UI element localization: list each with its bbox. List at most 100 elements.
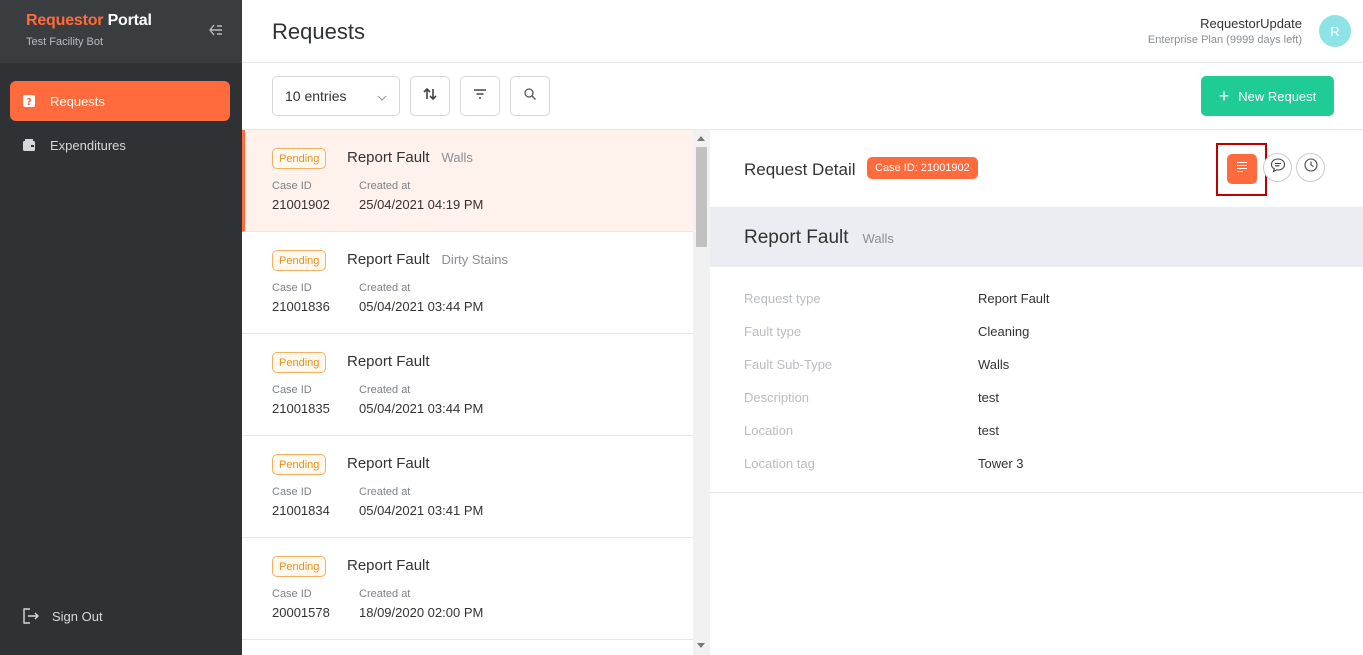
case-id-label: Case ID	[272, 384, 312, 396]
comments-tab-button[interactable]	[1263, 153, 1292, 182]
scroll-up-icon[interactable]	[697, 136, 705, 141]
search-button[interactable]	[510, 76, 550, 116]
sidebar-item-expenditures[interactable]: Expenditures	[10, 125, 230, 165]
created-value: 25/04/2021 04:19 PM	[359, 197, 484, 212]
sidebar: Requestor Portal Test Facility Bot ? Req…	[0, 0, 242, 655]
sidebar-item-requests[interactable]: ? Requests	[10, 81, 230, 121]
request-detail-panel: Request Detail Case ID: 21001902 Report …	[710, 130, 1363, 655]
section-subtitle: Walls	[862, 231, 894, 246]
request-title-text: Report Fault	[347, 251, 430, 268]
sign-out-button[interactable]: Sign Out	[22, 607, 103, 625]
request-title-text: Report Fault	[347, 353, 430, 370]
sign-out-label: Sign Out	[52, 608, 103, 624]
case-id-chip: Case ID: 21001902	[867, 157, 978, 179]
toolbar: 10 entries + New Request	[242, 63, 1363, 130]
brand-title-part2: Portal	[103, 12, 152, 29]
status-badge: Pending	[272, 148, 327, 169]
request-title: Report Fault Walls	[347, 149, 473, 166]
status-badge: Pending	[272, 250, 327, 271]
request-subtitle: Walls	[441, 150, 473, 165]
request-title: Report Fault	[347, 557, 430, 574]
brand-title-part1: Requestor	[26, 12, 104, 29]
scroll-down-icon[interactable]	[697, 643, 705, 648]
status-badge: Pending	[272, 352, 327, 373]
request-subtitle: Dirty Stains	[441, 252, 509, 267]
status-badge: Pending	[272, 556, 327, 577]
chat-icon	[1270, 157, 1286, 178]
field-value: test	[978, 390, 999, 405]
field-value: Walls	[978, 357, 1010, 372]
header: Requests RequestorUpdate Enterprise Plan…	[242, 0, 1363, 63]
request-title-text: Report Fault	[347, 149, 430, 166]
status-badge: Pending	[272, 454, 327, 475]
field-label: Request type	[744, 291, 821, 306]
highlight-box	[1216, 143, 1267, 196]
created-label: Created at	[359, 384, 411, 396]
field-label: Location tag	[744, 456, 815, 471]
user-plan: Enterprise Plan (9999 days left)	[1147, 34, 1302, 46]
created-label: Created at	[359, 180, 411, 192]
case-id-value: 21001834	[272, 503, 330, 518]
clock-icon	[1303, 157, 1319, 178]
new-request-button[interactable]: + New Request	[1201, 76, 1334, 116]
divider	[710, 492, 1363, 493]
created-value: 05/04/2021 03:44 PM	[359, 401, 484, 416]
case-id-value: 21001902	[272, 197, 330, 212]
list-item[interactable]: Pending Report Fault Case ID Created at …	[242, 436, 693, 538]
list-item[interactable]: Pending Report Fault Walls Case ID Create…	[242, 130, 693, 232]
field-value: Report Fault	[978, 291, 1050, 306]
case-id-label: Case ID	[272, 180, 312, 192]
sign-out-icon	[22, 607, 40, 625]
case-id-label: Case ID	[272, 486, 312, 498]
detail-title: Request Detail	[744, 160, 856, 179]
list-scrollbar[interactable]	[693, 130, 710, 655]
user-name[interactable]: RequestorUpdate	[1200, 16, 1302, 31]
section-title-text: Report Fault	[744, 227, 849, 248]
list-item[interactable]: Pending Report Fault Dirty Stains Case ID…	[242, 232, 693, 334]
svg-text:?: ?	[26, 97, 32, 108]
request-title: Report Fault	[347, 455, 430, 472]
request-title: Report Fault Dirty Stains	[347, 251, 508, 268]
collapse-sidebar-icon[interactable]	[208, 22, 224, 38]
field-value: Tower 3	[978, 456, 1024, 471]
search-icon	[523, 87, 537, 106]
case-id-value: 21001835	[272, 401, 330, 416]
scrollbar-thumb[interactable]	[696, 147, 707, 247]
created-label: Created at	[359, 486, 411, 498]
entries-select-value: 10 entries	[285, 88, 347, 104]
field-label: Description	[744, 390, 810, 405]
page-title: Requests	[272, 19, 365, 44]
history-tab-button[interactable]	[1296, 153, 1325, 182]
sort-icon	[422, 86, 438, 107]
request-list: Pending Report Fault Walls Case ID Create…	[242, 130, 693, 655]
sidebar-item-label: Expenditures	[50, 137, 126, 153]
created-label: Created at	[359, 588, 411, 600]
list-item[interactable]: Pending Report Fault Case ID Created at …	[242, 334, 693, 436]
plus-icon: +	[1218, 86, 1230, 106]
case-id-label: Case ID	[272, 282, 312, 294]
question-icon: ?	[22, 94, 36, 108]
request-title-text: Report Fault	[347, 557, 430, 574]
field-label: Location	[744, 423, 794, 438]
filter-button[interactable]	[460, 76, 500, 116]
list-item[interactable]: Pending Report Fault Case ID Created at …	[242, 538, 693, 640]
field-value: Cleaning	[978, 324, 1030, 339]
avatar[interactable]: R	[1319, 15, 1351, 47]
sort-button[interactable]	[410, 76, 450, 116]
field-label: Fault type	[744, 324, 802, 339]
new-request-label: New Request	[1238, 88, 1317, 104]
chevron-down-icon	[377, 90, 387, 101]
filter-icon	[472, 86, 488, 107]
field-value: test	[978, 423, 999, 438]
request-title: Report Fault	[347, 353, 430, 370]
detail-section-header: Report Fault Walls	[710, 207, 1363, 267]
case-id-label: Case ID	[272, 588, 312, 600]
created-value: 05/04/2021 03:44 PM	[359, 299, 484, 314]
request-title-text: Report Fault	[347, 455, 430, 472]
entries-select[interactable]: 10 entries	[272, 76, 400, 116]
created-label: Created at	[359, 282, 411, 294]
created-value: 18/09/2020 02:00 PM	[359, 605, 484, 620]
case-id-value: 20001578	[272, 605, 330, 620]
section-title: Report Fault Walls	[744, 227, 894, 249]
wallet-icon	[22, 138, 36, 152]
